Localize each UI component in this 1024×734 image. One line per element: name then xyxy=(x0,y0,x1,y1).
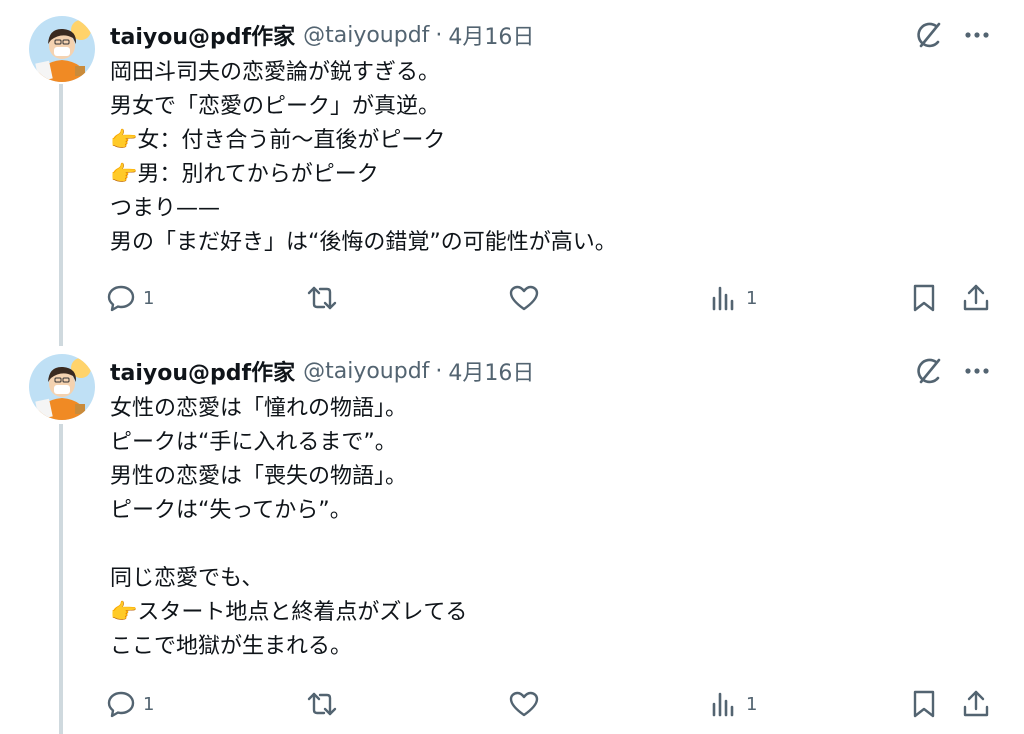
retweet-icon xyxy=(307,286,337,310)
reply-icon xyxy=(107,285,135,312)
more-icon[interactable] xyxy=(960,354,994,388)
bookmark-icon xyxy=(913,284,935,312)
views-button[interactable]: 1 xyxy=(708,687,757,721)
tweet-text: 岡田斗司夫の恋愛論が鋭すぎる。 男女で「恋愛のピーク」が真逆。 👉女：付き合う前… xyxy=(110,60,617,255)
like-icon xyxy=(509,691,539,717)
share-icon xyxy=(963,284,989,311)
display-name[interactable]: taiyou@pdf作家 xyxy=(110,19,295,51)
action-bar: 1 1 xyxy=(105,687,1005,721)
thread-line xyxy=(59,84,63,346)
reply-icon xyxy=(107,691,135,718)
action-bar: 1 1 xyxy=(105,281,1005,315)
tweet-header: taiyou@pdf作家 @taiyoupdf · 4月16日 xyxy=(110,355,534,387)
bookmark-icon xyxy=(913,690,935,718)
views-icon xyxy=(712,286,734,311)
thread-line xyxy=(59,424,63,734)
retweet-icon xyxy=(307,692,337,716)
tweet-2[interactable]: taiyou@pdf作家 @taiyoupdf · 4月16日 女性の恋愛は「憧… xyxy=(0,340,1024,734)
more-icon[interactable] xyxy=(960,18,994,52)
tweet-header: taiyou@pdf作家 @taiyoupdf · 4月16日 xyxy=(110,19,534,51)
tweet-text: 女性の恋愛は「憧れの物語」。 ピークは“手に入れるまで”。 男性の恋愛は「喪失の… xyxy=(110,396,468,659)
reply-count: 1 xyxy=(143,287,155,309)
bookmark-button[interactable] xyxy=(908,687,940,721)
handle[interactable]: @taiyoupdf xyxy=(303,359,429,384)
retweet-button[interactable] xyxy=(305,281,339,315)
share-button[interactable] xyxy=(960,687,992,721)
reply-count: 1 xyxy=(143,693,155,715)
bookmark-button[interactable] xyxy=(908,281,940,315)
like-button[interactable] xyxy=(508,281,540,315)
handle[interactable]: @taiyoupdf xyxy=(303,23,429,48)
views-icon xyxy=(712,692,734,717)
separator: · xyxy=(435,22,443,48)
avatar[interactable] xyxy=(29,16,95,82)
display-name[interactable]: taiyou@pdf作家 xyxy=(110,355,295,387)
reply-button[interactable]: 1 xyxy=(105,687,154,721)
separator: · xyxy=(435,358,443,384)
like-button[interactable] xyxy=(508,687,540,721)
share-button[interactable] xyxy=(960,281,992,315)
grok-icon[interactable] xyxy=(912,354,946,388)
like-icon xyxy=(509,285,539,311)
reply-button[interactable]: 1 xyxy=(105,281,154,315)
tweet-1[interactable]: taiyou@pdf作家 @taiyoupdf · 4月16日 岡田斗司夫の恋愛… xyxy=(0,0,1024,346)
timestamp[interactable]: 4月16日 xyxy=(448,355,534,387)
retweet-button[interactable] xyxy=(305,687,339,721)
view-count: 1 xyxy=(746,287,758,309)
view-count: 1 xyxy=(746,693,758,715)
avatar[interactable] xyxy=(29,354,95,420)
share-icon xyxy=(963,690,989,717)
grok-icon[interactable] xyxy=(912,18,946,52)
views-button[interactable]: 1 xyxy=(708,281,757,315)
timestamp[interactable]: 4月16日 xyxy=(448,19,534,51)
